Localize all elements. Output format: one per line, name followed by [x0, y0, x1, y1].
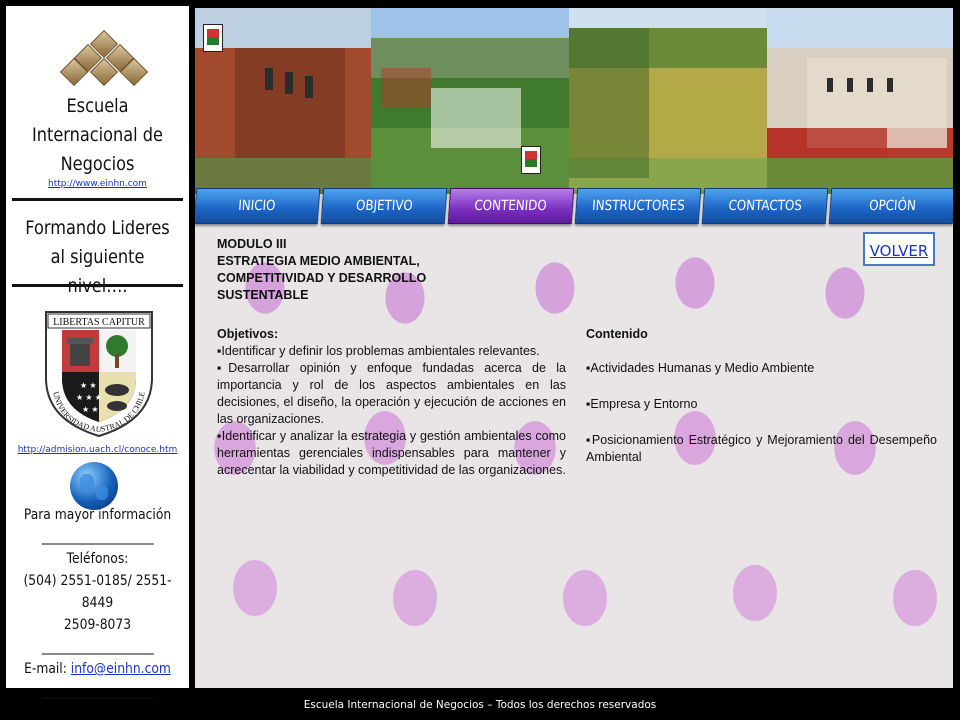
- admission-link[interactable]: http://admision.uach.cl/conoce.htm: [18, 445, 178, 455]
- university-flag-icon: [203, 24, 223, 52]
- tagline: Formando Lideres al siguiente nivel….: [25, 217, 170, 297]
- crest-motto: LIBERTAS CAPITUR: [53, 317, 145, 328]
- school-logo: [59, 29, 149, 88]
- university-flag-icon: [521, 146, 541, 174]
- email-link[interactable]: info@einhn.com: [71, 661, 171, 677]
- content-section: Contenido ▪Actividades Humanas y Medio A…: [586, 326, 937, 466]
- footer: Escuela Internacional de Negocios – Todo…: [303, 699, 657, 711]
- list-item: ▪Identificar y analizar la estrategia y …: [217, 429, 566, 477]
- list-item: ▪Posicionamiento Estratégico y Mejoramie…: [586, 433, 937, 464]
- objectives-section: Objetivos: ▪Identificar y definir los pr…: [217, 326, 566, 479]
- nav-contactos[interactable]: CONTACTOS: [701, 188, 829, 224]
- campus-photo: [195, 8, 371, 194]
- divider: [12, 284, 183, 287]
- svg-text:★ ★ ★: ★ ★ ★: [76, 393, 102, 402]
- school-website-link[interactable]: http://www.einhn.com: [48, 179, 147, 189]
- sidebar: Escuela Internacional de Negocios http:/…: [6, 6, 189, 699]
- campus-photo: [569, 8, 767, 194]
- nav-objetivo[interactable]: OBJETIVO: [320, 188, 448, 224]
- main-nav: INICIO OBJETIVO CONTENIDO INSTRUCTORES C…: [195, 188, 953, 226]
- campus-photo: [767, 8, 953, 194]
- globe-icon: [70, 462, 118, 510]
- nav-instructores[interactable]: INSTRUCTORES: [574, 188, 702, 224]
- school-name: Escuela Internacional de Negocios: [32, 95, 163, 175]
- university-crest: LIBERTAS CAPITUR ★ ★ ★ ★ ★ ★ ★ UNIVERSID…: [45, 311, 153, 438]
- contact-info: Para mayor información _________________…: [23, 507, 172, 699]
- list-item: ▪Empresa y Entorno: [586, 397, 698, 411]
- volver-button[interactable]: VOLVER: [863, 232, 935, 266]
- list-item: ▪Desarrollar opinión y enfoque fundadas …: [217, 361, 566, 426]
- main-content: INICIO OBJETIVO CONTENIDO INSTRUCTORES C…: [195, 8, 953, 688]
- nav-contenido[interactable]: CONTENIDO: [447, 188, 575, 224]
- campus-photos: [195, 8, 953, 194]
- list-item: ▪Identificar y definir los problemas amb…: [217, 344, 540, 358]
- campus-photo: [371, 8, 569, 194]
- nav-inicio[interactable]: INICIO: [195, 188, 321, 224]
- content-heading: Contenido: [586, 327, 648, 341]
- svg-text:★ ★: ★ ★: [80, 381, 97, 390]
- module-title: MODULO III ESTRATEGIA MEDIO AMBIENTAL, C…: [217, 237, 427, 302]
- list-item: ▪Actividades Humanas y Medio Ambiente: [586, 361, 815, 375]
- divider: [12, 198, 183, 201]
- objectives-heading: Objetivos:: [217, 327, 279, 341]
- svg-text:★ ★: ★ ★: [82, 405, 99, 414]
- nav-opcion[interactable]: OPCIÓN: [828, 188, 953, 224]
